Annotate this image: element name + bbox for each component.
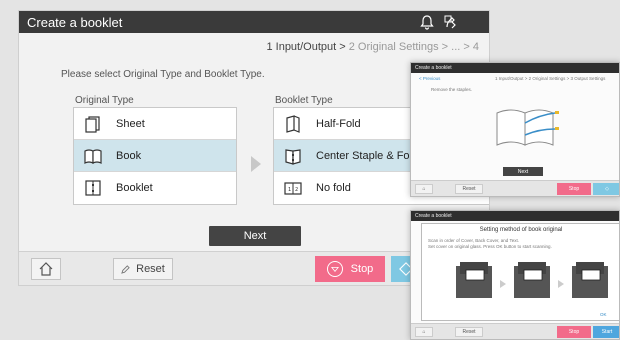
dialog-ok-button[interactable]: OK [600, 312, 607, 317]
booklet-icon [84, 179, 102, 197]
step-breadcrumb: 1 Input/Output > 2 Original Settings > .… [266, 41, 479, 53]
mini-title-bar: Create a booklet [411, 63, 619, 73]
flow-arrow-icon [251, 156, 261, 172]
svg-text:1: 1 [288, 187, 291, 193]
next-button[interactable]: Next [209, 226, 301, 246]
step-sep: > [336, 41, 349, 53]
mini-home-button[interactable]: ⌂ [415, 184, 433, 194]
dialog-title: Setting method of book original [479, 227, 563, 233]
no-fold-icon: 12 [284, 179, 302, 197]
mini-bottom-bar: ⌂ Reset Stop Start [411, 323, 619, 339]
step-current: 1 Input/Output [266, 41, 337, 53]
option-booklet[interactable]: Booklet [74, 172, 236, 204]
scan-sequence-illustration-icon [456, 262, 608, 298]
mini-reset-button[interactable]: Reset [455, 327, 483, 337]
mini-instruction: Remove the staples. [431, 87, 473, 92]
mini-title-bar: Create a booklet [411, 211, 619, 221]
title-bar: Create a booklet [19, 11, 489, 33]
original-type-list: Sheet Book Booklet [73, 107, 237, 205]
home-icon [39, 262, 53, 276]
option-label: Center Staple & Fold [316, 149, 419, 162]
mini-start-button[interactable]: Start [593, 326, 619, 338]
mini-stop-button[interactable]: Stop [557, 326, 591, 338]
mini-bottom-bar: ⌂ Reset Stop ◇ [411, 180, 619, 196]
step-next: 2 Original Settings [348, 41, 439, 53]
svg-text:2: 2 [295, 187, 298, 193]
option-book[interactable]: Book [74, 140, 236, 172]
instruction-text: Please select Original Type and Booklet … [61, 69, 265, 80]
option-label: Booklet [116, 182, 153, 194]
book-staples-illustration-icon [496, 109, 559, 146]
sheet-icon [84, 115, 102, 133]
mini-next-button[interactable]: Next [503, 167, 543, 176]
dialog-line-2: Set cover on original glass. Press OK bu… [428, 244, 552, 249]
reset-label: Reset [136, 263, 165, 275]
bell-icon[interactable] [419, 14, 435, 30]
mini-home-button[interactable]: ⌂ [415, 327, 433, 337]
dialog-box: Setting method of book original Scan in … [421, 223, 619, 321]
home-button[interactable] [31, 258, 61, 280]
booklet-type-label: Booklet Type [275, 95, 333, 106]
stop-button[interactable]: Stop [315, 256, 385, 282]
mini-stop-button[interactable]: Stop [557, 183, 591, 195]
option-sheet[interactable]: Sheet [74, 108, 236, 140]
gesture-icon[interactable] [443, 14, 459, 30]
pencil-icon [121, 264, 130, 274]
remove-staples-screen: Create a booklet < Previous 1 Input/Outp… [410, 62, 620, 197]
mini-start-button[interactable]: ◇ [593, 183, 619, 195]
original-type-label: Original Type [75, 95, 134, 106]
reset-button[interactable]: Reset [113, 258, 173, 280]
option-label: Book [116, 149, 142, 162]
mini-title: Create a booklet [415, 213, 452, 219]
half-fold-icon [284, 114, 302, 133]
mini-steps: 1 Input/Output > 2 Original Settings > 3… [495, 76, 606, 81]
step-sep: > ... > [438, 41, 473, 53]
option-label: Sheet [116, 117, 145, 130]
screen-title: Create a booklet [27, 14, 123, 30]
mini-title: Create a booklet [415, 65, 452, 71]
center-staple-icon [284, 147, 302, 165]
stop-icon [326, 261, 343, 277]
book-original-dialog-screen: Create a booklet Setting method of book … [410, 210, 620, 340]
step-last: 4 [472, 41, 479, 53]
option-label: Half-Fold [316, 117, 361, 130]
option-label: No fold [316, 182, 351, 194]
stop-label: Stop [350, 263, 374, 275]
dialog-line-1: Scan in order of Cover, Back Cover, and … [428, 238, 519, 243]
previous-link[interactable]: < Previous [419, 76, 440, 81]
mini-reset-button[interactable]: Reset [455, 184, 483, 194]
book-icon [84, 147, 102, 165]
